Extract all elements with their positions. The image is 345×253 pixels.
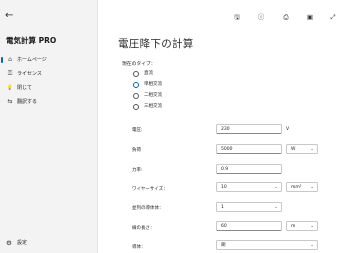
- wire-length-unit-value: m: [291, 224, 296, 229]
- chevron-down-icon: ⌄: [310, 185, 314, 190]
- app-title: 電気計算 PRO: [6, 36, 57, 45]
- power-factor-input[interactable]: 0.9: [216, 164, 282, 174]
- sidebar-item-label: ライセンス: [17, 71, 42, 77]
- back-arrow-icon[interactable]: ←: [5, 10, 17, 22]
- fullscreen-icon[interactable]: ⤢: [328, 12, 338, 22]
- wire-size-label: ワイヤーサイズ：: [132, 187, 168, 192]
- settings-label: 設定: [17, 240, 28, 246]
- current-type-label: 現在のタイプ：: [122, 62, 156, 67]
- chevron-down-icon: ⌄: [310, 224, 314, 229]
- sidebar-item-license[interactable]: ⚿ ライセンス: [0, 67, 98, 81]
- voltage-unit: V: [286, 127, 290, 132]
- save-icon[interactable]: 🖫: [232, 12, 242, 22]
- home-icon: ⌂: [8, 56, 12, 63]
- translate-icon: ⇆: [7, 98, 13, 105]
- sidebar-item-home[interactable]: ⌂ ホームページ: [0, 53, 98, 67]
- power-factor-label: 力率:: [132, 168, 143, 173]
- radio-label: 二相交流: [144, 93, 162, 98]
- load-label: 負荷: [132, 148, 141, 153]
- chevron-down-icon: ⌄: [310, 147, 314, 152]
- wire-length-label: 線の長さ：: [132, 226, 155, 231]
- radio-label: 単相交流: [144, 82, 162, 87]
- chevron-down-icon: ⌄: [274, 205, 278, 210]
- load-input[interactable]: 5000: [216, 144, 282, 154]
- conductor-label: 導体：: [132, 245, 146, 250]
- radio-circle[interactable]: [133, 71, 139, 77]
- wire-length-input[interactable]: 60: [216, 221, 282, 231]
- main-content: 🖫 ⓘ ⎙ ▣ ⤢ 電圧降下の計算 現在のタイプ： 直流 単相交流 二相交流 三…: [98, 0, 345, 253]
- parallel-conductors-select[interactable]: 1 ⌄: [216, 202, 282, 212]
- chevron-down-icon: ⌄: [274, 185, 278, 190]
- radio-circle[interactable]: [133, 104, 139, 110]
- radio-label: 三相交流: [144, 104, 162, 109]
- sidebar-item-translate[interactable]: ⇆ 翻訳する: [0, 95, 98, 109]
- key-icon: ⚿: [7, 70, 13, 77]
- wire-size-unit-select[interactable]: mm² ⌄: [286, 182, 318, 192]
- image-icon[interactable]: ▣: [305, 12, 315, 22]
- wire-size-value: 10: [221, 185, 227, 190]
- parallel-conductors-label: 並列の導体体：: [132, 206, 164, 211]
- sidebar-item-label: 翻訳する: [17, 99, 38, 105]
- wire-length-unit-select[interactable]: m ⌄: [286, 221, 318, 231]
- conductor-select[interactable]: 銅 ⌄: [216, 240, 318, 250]
- parallel-conductors-value: 1: [221, 205, 224, 210]
- voltage-label: 電圧:: [132, 128, 143, 133]
- radio-circle[interactable]: [133, 93, 139, 99]
- sidebar-item-close[interactable]: 💡 閉じて: [0, 81, 98, 95]
- wire-size-unit-value: mm²: [291, 185, 302, 190]
- voltage-input[interactable]: 230: [216, 124, 282, 134]
- lightbulb-icon: 💡: [6, 85, 14, 91]
- conductor-value: 銅: [221, 243, 226, 248]
- load-unit-value: W: [291, 147, 296, 152]
- page-title: 電圧降下の計算: [118, 38, 194, 50]
- radio-circle-checked[interactable]: [133, 82, 139, 88]
- wire-size-select[interactable]: 10 ⌄: [216, 182, 282, 192]
- sidebar-item-label: ホームページ: [17, 57, 47, 63]
- info-icon[interactable]: ⓘ: [256, 12, 266, 22]
- sidebar: ← 電気計算 PRO ⌂ ホームページ ⚿ ライセンス 💡 閉じて ⇆ 翻訳する…: [0, 0, 98, 253]
- chevron-down-icon: ⌄: [310, 243, 314, 248]
- load-unit-select[interactable]: W ⌄: [286, 144, 318, 154]
- sidebar-item-label: 閉じて: [17, 85, 33, 91]
- radio-label: 直流: [144, 71, 153, 76]
- gear-icon: ⚙: [6, 239, 12, 247]
- print-icon[interactable]: ⎙: [281, 12, 291, 22]
